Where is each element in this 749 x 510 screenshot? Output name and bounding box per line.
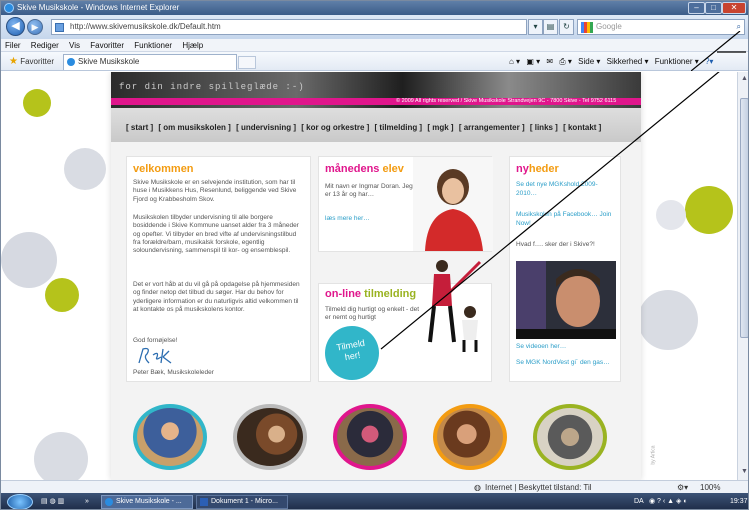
word-taskbar-icon xyxy=(200,498,208,506)
tab-skive-musikskole[interactable]: Skive Musikskole xyxy=(63,54,237,70)
vertical-scrollbar[interactable]: ▲ ▼ xyxy=(737,72,748,480)
browser-window: Skive Musikskole - Windows Internet Expl… xyxy=(0,0,749,510)
back-button[interactable]: ◀ xyxy=(6,17,25,36)
address-bar[interactable]: http://www.skivemusikskole.dk/Default.ht… xyxy=(51,19,527,35)
quick-launch-expand-icon[interactable]: » xyxy=(85,493,89,509)
taskbar-item-browser-label: Skive Musikskole - ... xyxy=(116,498,182,505)
search-placeholder: Google xyxy=(596,22,622,31)
ie-logo-icon xyxy=(4,3,14,13)
window-title: Skive Musikskole - Windows Internet Expl… xyxy=(17,3,180,12)
tray-icons[interactable]: ◉ ? ‹ ▲ ◈ ◐ xyxy=(649,493,688,509)
new-tab-button[interactable] xyxy=(238,56,256,69)
refresh-icon[interactable]: ↻ xyxy=(559,19,574,35)
page-icon xyxy=(55,23,64,32)
status-bar: ◍ Internet | Beskyttet tilstand: Til ⚙▾ … xyxy=(1,480,748,493)
close-button[interactable]: ✕ xyxy=(722,2,746,14)
tab-favicon-icon xyxy=(67,58,75,66)
menu-favorites[interactable]: Favoritter xyxy=(86,39,128,52)
dropdown-arrow-icon[interactable]: ▾ xyxy=(528,19,543,35)
menu-help[interactable]: Hjælp xyxy=(178,39,207,52)
favorites-label: Favoritter xyxy=(20,57,54,66)
menu-file[interactable]: Filer xyxy=(1,39,25,52)
compatibility-icon[interactable]: ▤ xyxy=(543,19,558,35)
print-icon[interactable]: ⎙ ▾ xyxy=(559,57,572,66)
taskbar-item-word[interactable]: Dokument 1 - Micro... xyxy=(196,495,288,509)
taskbar: ▤ ◍ ▥ » Skive Musikskole - ... Dokument … xyxy=(1,493,748,509)
minimize-button[interactable]: – xyxy=(688,2,705,14)
quick-launch-icons[interactable]: ▤ ◍ ▥ xyxy=(41,493,64,509)
address-toolbar: ◀ ▶ http://www.skivemusikskole.dk/Defaul… xyxy=(1,15,748,39)
clock[interactable]: 19:37 xyxy=(730,493,748,509)
language-indicator[interactable]: DA xyxy=(634,493,644,509)
ie-taskbar-icon xyxy=(105,498,113,506)
command-bar: ⌂ ▾ ▣ ▾ ✉ ⎙ ▾ Side ▾ Sikkerhed ▾ Funktio… xyxy=(509,52,717,71)
page-menu[interactable]: Side ▾ xyxy=(578,57,600,66)
mail-icon[interactable]: ✉ xyxy=(546,57,553,66)
scroll-down-icon[interactable]: ▼ xyxy=(739,466,748,477)
google-logo-icon xyxy=(581,22,593,33)
favorites-button[interactable]: ★ Favoritter xyxy=(9,52,54,71)
scrollbar-thumb[interactable] xyxy=(740,98,748,338)
tab-title: Skive Musikskole xyxy=(78,57,140,66)
start-button[interactable] xyxy=(7,494,33,509)
annotation-overlay xyxy=(380,72,720,350)
title-bar: Skive Musikskole - Windows Internet Expl… xyxy=(1,1,748,15)
forward-button[interactable]: ▶ xyxy=(27,19,43,35)
home-icon[interactable]: ⌂ ▾ xyxy=(509,57,520,66)
menu-bar: Filer Rediger Vis Favoritter Funktioner … xyxy=(1,39,748,52)
taskbar-item-word-label: Dokument 1 - Micro... xyxy=(211,498,278,505)
menu-tools[interactable]: Funktioner xyxy=(130,39,176,52)
menu-edit[interactable]: Rediger xyxy=(27,39,63,52)
taskbar-item-browser[interactable]: Skive Musikskole - ... xyxy=(101,495,193,509)
menu-view[interactable]: Vis xyxy=(65,39,84,52)
scroll-up-icon[interactable]: ▲ xyxy=(739,73,748,84)
feeds-icon[interactable]: ▣ ▾ xyxy=(526,57,540,66)
star-icon: ★ xyxy=(9,56,18,67)
address-url: http://www.skivemusikskole.dk/Default.ht… xyxy=(70,22,221,31)
maximize-button[interactable]: □ xyxy=(705,2,722,14)
annotation-overlay-top xyxy=(691,31,746,71)
web-page: for din indre spilleglæde :-) © 2009 All… xyxy=(1,72,737,480)
safety-menu[interactable]: Sikkerhed ▾ xyxy=(607,57,649,66)
favorites-bar: ★ Favoritter Skive Musikskole ⌂ ▾ ▣ ▾ ✉ … xyxy=(1,52,748,71)
